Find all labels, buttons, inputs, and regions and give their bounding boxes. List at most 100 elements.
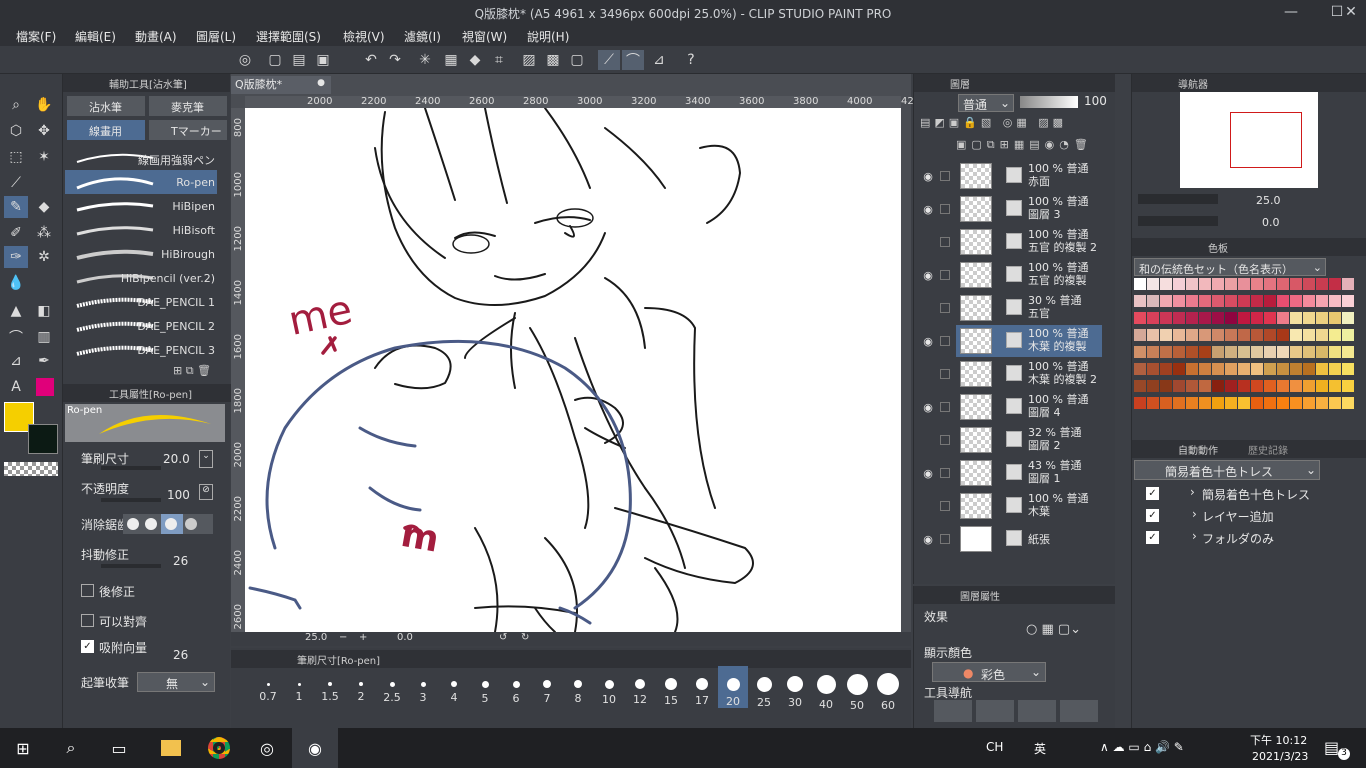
action-item[interactable]: ✓ › 簡易着色十色トレス (1140, 484, 1360, 504)
clip-studio-paint-icon[interactable]: ◉ (292, 728, 338, 768)
palette-swatch[interactable] (1329, 278, 1341, 290)
palette-swatch[interactable] (1251, 346, 1263, 358)
brush-size-dropdown-icon[interactable]: ⌄ (199, 450, 213, 468)
expand-chevron-icon[interactable]: › (1190, 485, 1195, 499)
palette-swatch[interactable] (1342, 295, 1354, 307)
layer-opacity-slider[interactable] (1020, 96, 1078, 108)
minimize-button[interactable]: — (1276, 2, 1306, 22)
crop-icon[interactable]: ⌗ (488, 50, 510, 70)
palette-swatch[interactable] (1225, 363, 1237, 375)
zoom-out-icon[interactable]: − (339, 632, 347, 643)
palette-swatch[interactable] (1342, 346, 1354, 358)
brush-size-preset[interactable]: 50 (842, 666, 872, 712)
eyedropper-tool-icon[interactable]: ⟋ (4, 172, 28, 194)
airbrush-tool-icon[interactable]: ⁂ (32, 222, 56, 244)
palette-swatch[interactable] (1199, 278, 1211, 290)
move-tool-icon[interactable]: ✥ (32, 120, 56, 142)
brush-size-preset[interactable]: 10 (594, 666, 624, 708)
palette-swatch[interactable] (1147, 295, 1159, 307)
layer-lock-checkbox[interactable] (940, 435, 950, 445)
action-checkbox[interactable]: ✓ (1146, 531, 1159, 544)
palette-swatch[interactable] (1173, 312, 1185, 324)
palette-swatch[interactable] (1225, 312, 1237, 324)
palette-swatch[interactable] (1277, 363, 1289, 375)
palette-swatch[interactable] (1160, 363, 1172, 375)
close-button[interactable]: ✕ (1336, 2, 1366, 22)
palette-swatch[interactable] (1173, 295, 1185, 307)
snap-checkbox[interactable] (81, 614, 94, 627)
palette-swatch[interactable] (1199, 346, 1211, 358)
palette-swatch[interactable] (1212, 380, 1224, 392)
palette-swatch[interactable] (1316, 295, 1328, 307)
palette-swatch[interactable] (1186, 278, 1198, 290)
palette-swatch[interactable] (1277, 397, 1289, 409)
document-tab[interactable]: Q版膝枕* ● (231, 76, 331, 94)
stabilization-slider[interactable] (101, 564, 161, 568)
palette-swatch[interactable] (1290, 295, 1302, 307)
palette-swatch[interactable] (1251, 278, 1263, 290)
brush-size-preset[interactable]: 5 (470, 666, 500, 708)
palette-swatch[interactable] (1160, 278, 1172, 290)
palette-swatch[interactable] (1160, 397, 1172, 409)
pencil-tool-icon[interactable]: ✐ (4, 222, 28, 244)
palette-swatch[interactable] (1316, 329, 1328, 341)
layer-row[interactable]: 100 % 普通 木葉 (956, 490, 1102, 522)
palette-swatch[interactable] (1186, 346, 1198, 358)
palette-swatch[interactable] (1134, 295, 1146, 307)
palette-swatch[interactable] (1264, 380, 1276, 392)
opacity-slider[interactable] (101, 498, 161, 502)
blend-mode-dropdown[interactable]: 普通 ⌄ (958, 94, 1014, 112)
drawing-canvas[interactable]: me m (245, 108, 901, 632)
palette-swatch[interactable] (1342, 380, 1354, 392)
palette-swatch[interactable] (1147, 380, 1159, 392)
palette-swatch[interactable] (1186, 363, 1198, 375)
undo-icon[interactable]: ↶ (360, 50, 382, 70)
palette-swatch[interactable] (1303, 380, 1315, 392)
brush-size-preset[interactable]: 7 (532, 666, 562, 708)
palette-swatch[interactable] (1264, 312, 1276, 324)
post-correction-checkbox[interactable] (81, 584, 94, 597)
layer-lock-checkbox[interactable] (940, 303, 950, 313)
canvas-rotation-value[interactable]: 0.0 (397, 632, 413, 643)
layer-row[interactable]: 100 % 普通 木葉 的複製 2 (956, 358, 1102, 390)
tab-marker[interactable]: 麥克筆 (149, 96, 227, 116)
layer-row[interactable]: 100 % 普通 圖層 3 (956, 193, 1102, 225)
layer-visibility-eye-icon[interactable]: ◉ (920, 465, 936, 481)
balloon-tool-icon[interactable]: ✒ (32, 350, 56, 372)
palette-swatch[interactable] (1173, 363, 1185, 375)
layer-visibility-eye-icon[interactable]: ◉ (920, 267, 936, 283)
palette-swatch[interactable] (1225, 278, 1237, 290)
palette-swatch[interactable] (1316, 346, 1328, 358)
palette-swatch[interactable] (1303, 397, 1315, 409)
layer-visibility-eye-icon[interactable] (920, 498, 936, 514)
palette-swatch[interactable] (1290, 329, 1302, 341)
subtool-footer-icons[interactable]: ⊞ ⧉ 🗑 (173, 364, 223, 378)
figure-tool-icon[interactable]: ⌒ (4, 326, 28, 348)
palette-swatch[interactable] (1147, 346, 1159, 358)
deselect-icon[interactable]: ▨ (518, 50, 540, 70)
close-tab-icon[interactable]: ● (317, 78, 325, 88)
layer-visibility-eye-icon[interactable]: ◉ (920, 168, 936, 184)
palette-swatch[interactable] (1225, 380, 1237, 392)
palette-swatch[interactable] (1316, 312, 1328, 324)
palette-swatch[interactable] (1225, 295, 1237, 307)
brush-item[interactable]: DAE_PENCIL 2 (65, 314, 217, 338)
brush-size-preset[interactable]: 3 (408, 666, 438, 708)
layer-options-toolbar[interactable]: ▤◩▣🔒▧ ◎▦ ▨▩ (920, 116, 1110, 132)
palette-swatch[interactable] (1238, 380, 1250, 392)
layer-lock-checkbox[interactable] (940, 534, 950, 544)
palette-swatch[interactable] (1134, 380, 1146, 392)
tool-nav-pen-icon[interactable] (1060, 700, 1098, 722)
navigator-viewport-frame[interactable] (1230, 112, 1302, 168)
clear-icon[interactable]: ▦ (440, 50, 462, 70)
layer-row[interactable]: 43 % 普通 圖層 1 (956, 457, 1102, 489)
brush-size-preset[interactable]: 15 (656, 666, 686, 708)
layer-row[interactable]: 100 % 普通 赤面 (956, 160, 1102, 192)
zoom-in-icon[interactable]: + (359, 632, 367, 643)
tool-nav-move-icon[interactable] (976, 700, 1014, 722)
save-icon[interactable]: ▣ (312, 50, 334, 70)
brush-item[interactable]: HiBirough (65, 242, 217, 266)
fill-icon[interactable]: ◆ (464, 50, 486, 70)
palette-swatch[interactable] (1329, 329, 1341, 341)
palette-swatch[interactable] (1316, 380, 1328, 392)
